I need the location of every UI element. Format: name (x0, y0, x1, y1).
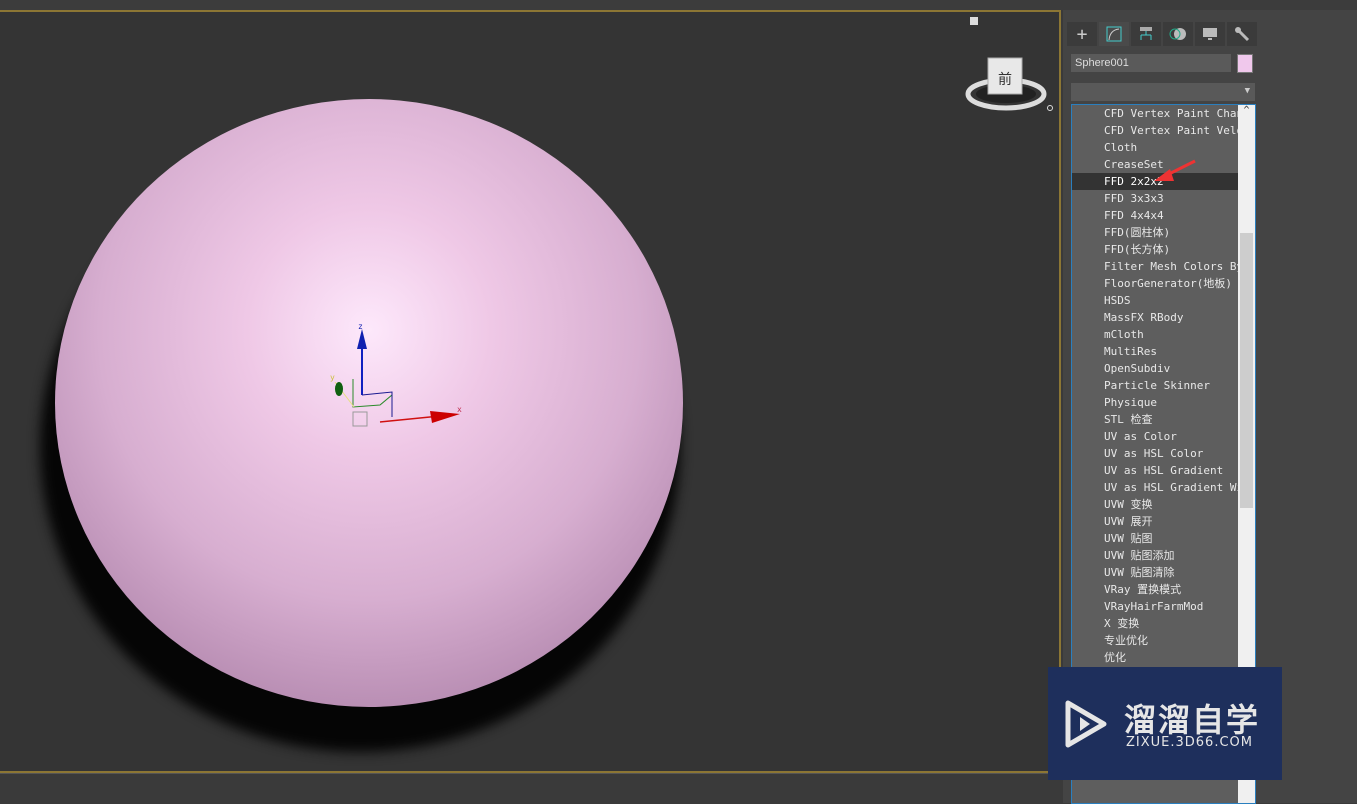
modifier-list-item[interactable]: UVW 展开 (1072, 513, 1239, 530)
modifier-list-item[interactable]: UVW 贴图清除 (1072, 564, 1239, 581)
modifier-list-dropdown[interactable]: ▼ (1071, 83, 1255, 101)
modifier-list-item[interactable]: 优化 (1072, 649, 1239, 666)
modifier-list-item[interactable]: UV as Color (1072, 428, 1239, 445)
scroll-thumb[interactable] (1240, 233, 1253, 508)
modifier-list-item[interactable]: FFD(圆柱体) (1072, 224, 1239, 241)
home-icon[interactable] (970, 17, 978, 25)
modifier-list-item[interactable]: UV as HSL Gradient Wit (1072, 479, 1239, 496)
modifier-list-item[interactable]: Filter Mesh Colors By V (1072, 258, 1239, 275)
modifier-list-item[interactable]: Physique (1072, 394, 1239, 411)
red-arrow-annotation (1154, 159, 1196, 181)
modifier-list-item[interactable]: 专业优化 (1072, 632, 1239, 649)
modifier-list-item[interactable]: X 变换 (1072, 615, 1239, 632)
svg-text:x: x (457, 405, 462, 414)
viewcube-label: 前 (998, 71, 1012, 88)
modifier-list-item[interactable]: VRayHairFarmMod (1072, 598, 1239, 615)
modifier-list-item[interactable]: STL 检查 (1072, 411, 1239, 428)
play-logo-icon (1065, 700, 1107, 748)
modifier-list-item[interactable]: VRay 置换模式 (1072, 581, 1239, 598)
scroll-up-icon[interactable]: ^ (1238, 105, 1255, 119)
object-name-input[interactable] (1071, 54, 1231, 72)
perspective-viewport[interactable]: 前 z x y (0, 10, 1061, 773)
motion-icon[interactable] (1163, 22, 1193, 46)
watermark-logo: 溜溜自学 ZIXUE.3D66.COM (1048, 667, 1282, 780)
svg-text:y: y (330, 373, 335, 382)
modifier-list-item[interactable]: UV as HSL Color (1072, 445, 1239, 462)
modifier-list-item[interactable]: UVW 贴图 (1072, 530, 1239, 547)
modifier-list-item[interactable]: UVW 贴图添加 (1072, 547, 1239, 564)
plus-icon[interactable]: + (1067, 22, 1097, 46)
modifier-list-item[interactable]: FFD(长方体) (1072, 241, 1239, 258)
modifier-list-item[interactable]: OpenSubdiv (1072, 360, 1239, 377)
modifier-list-item[interactable]: UVW 变换 (1072, 496, 1239, 513)
top-strip (0, 0, 1357, 10)
modifier-list-item[interactable]: CFD Vertex Paint Veloc (1072, 122, 1239, 139)
hierarchy-icon[interactable] (1131, 22, 1161, 46)
modifier-list-item[interactable]: CFD Vertex Paint Chann (1072, 105, 1239, 122)
modifier-list-item[interactable]: FFD 4x4x4 (1072, 207, 1239, 224)
modifier-list-item[interactable]: mCloth (1072, 326, 1239, 343)
modifier-list-item[interactable]: FloorGenerator(地板) (1072, 275, 1239, 292)
chevron-down-icon: ▼ (1244, 86, 1250, 96)
modifier-list-item[interactable]: FFD 3x3x3 (1072, 190, 1239, 207)
wrench-icon[interactable] (1227, 22, 1257, 46)
transform-gizmo[interactable]: z x y (320, 317, 470, 437)
modifier-list-item[interactable]: MassFX RBody (1072, 309, 1239, 326)
svg-text:z: z (358, 322, 363, 331)
viewcube[interactable]: 前 (962, 52, 1057, 122)
watermark-url: ZIXUE.3D66.COM (1126, 735, 1253, 750)
display-icon[interactable] (1195, 22, 1225, 46)
modifier-list-item[interactable]: UV as HSL Gradient (1072, 462, 1239, 479)
bottom-bar (0, 773, 1063, 803)
modify-icon[interactable] (1099, 22, 1129, 46)
modifier-list-item[interactable]: HSDS (1072, 292, 1239, 309)
modifier-list-item[interactable]: Particle Skinner (1072, 377, 1239, 394)
object-color-swatch[interactable] (1237, 54, 1253, 73)
modifier-list-item[interactable]: MultiRes (1072, 343, 1239, 360)
modifier-list-item[interactable]: Cloth (1072, 139, 1239, 156)
